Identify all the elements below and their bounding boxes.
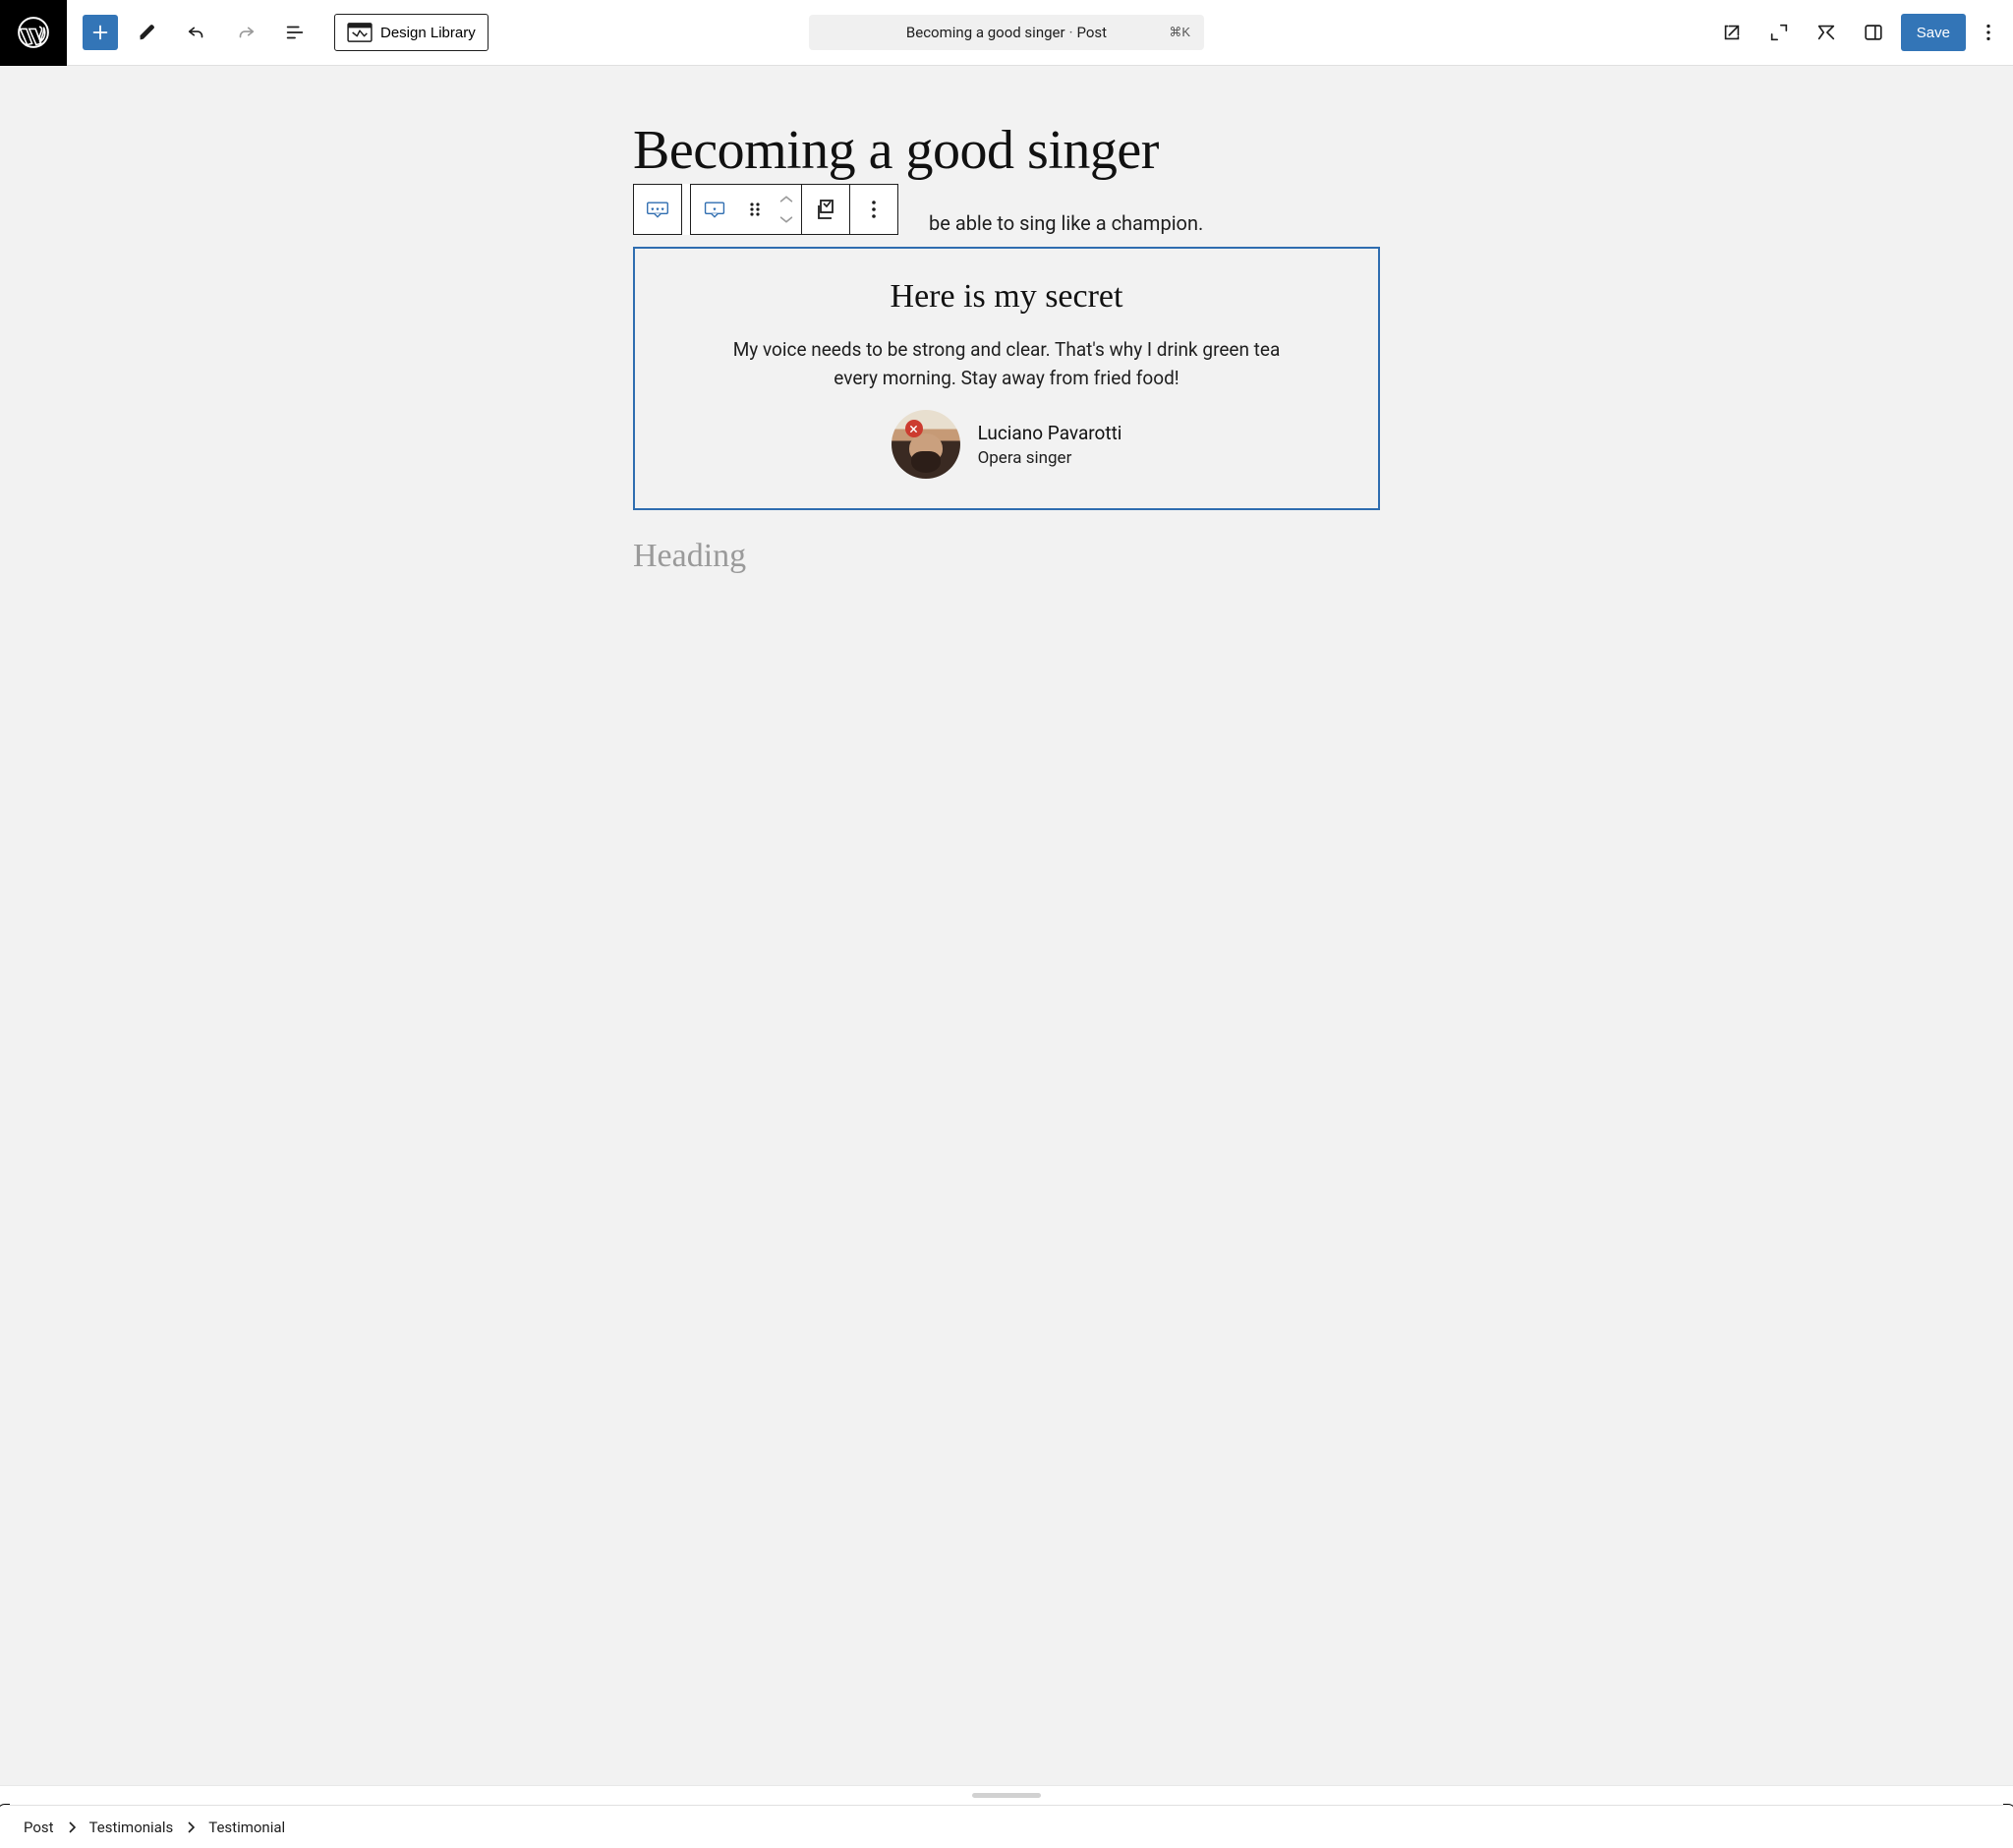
command-bar-type: Post xyxy=(1077,24,1108,41)
command-bar-shortcut: ⌘K xyxy=(1169,25,1190,40)
breadcrumb-item[interactable]: Post xyxy=(24,1819,54,1836)
design-library-button[interactable]: Design Library xyxy=(334,14,489,51)
testimonial-author: Luciano Pavarotti Opera singer xyxy=(694,410,1319,479)
topbar-right-tools: Save xyxy=(1712,13,2013,52)
block-toolbar-more-group xyxy=(849,184,898,235)
block-toolbar-copy-group xyxy=(801,184,850,235)
save-button[interactable]: Save xyxy=(1901,14,1966,51)
breadcrumb-item[interactable]: Testimonial xyxy=(208,1819,285,1836)
chevron-right-icon xyxy=(187,1821,195,1833)
copy-icon xyxy=(814,198,837,221)
undo-button[interactable] xyxy=(177,13,216,52)
more-options-button[interactable] xyxy=(1974,13,2003,52)
post-title[interactable]: Becoming a good singer xyxy=(633,121,1380,182)
editor-canvas[interactable]: Becoming a good singer xyxy=(0,66,2013,1785)
settings-sidebar-button[interactable] xyxy=(1854,13,1893,52)
design-library-label: Design Library xyxy=(380,25,476,41)
chevron-down-icon xyxy=(777,213,795,225)
tools-button[interactable] xyxy=(128,13,167,52)
heading-placeholder[interactable]: Heading xyxy=(633,538,1380,575)
kadence-icon xyxy=(1815,22,1837,43)
chevron-right-icon xyxy=(68,1821,76,1833)
command-bar-title: Becoming a good singer xyxy=(906,24,1065,41)
wordpress-icon xyxy=(17,16,50,49)
select-parent-testimonials-button[interactable] xyxy=(634,185,681,234)
block-toolbar-type-group xyxy=(690,184,802,235)
list-view-icon xyxy=(284,22,306,43)
avatar-wrap xyxy=(891,410,960,479)
redo-icon xyxy=(235,22,257,43)
author-text: Luciano Pavarotti Opera singer xyxy=(978,422,1122,468)
design-library-icon xyxy=(347,22,373,43)
drag-handle[interactable] xyxy=(738,185,772,234)
command-bar-separator: · xyxy=(1069,24,1073,41)
block-toolbar xyxy=(633,184,898,235)
close-icon xyxy=(909,425,918,433)
block-more-options-button[interactable] xyxy=(850,185,897,234)
copy-block-button[interactable] xyxy=(802,185,849,234)
wordpress-logo-button[interactable] xyxy=(0,0,67,66)
breadcrumb-item[interactable]: Testimonials xyxy=(89,1819,174,1836)
more-vertical-icon xyxy=(862,198,886,221)
drag-icon xyxy=(743,198,767,221)
command-bar[interactable]: Becoming a good singer · Post ⌘K xyxy=(809,15,1204,50)
chevron-up-icon xyxy=(777,194,795,205)
fullscreen-button[interactable] xyxy=(1759,13,1799,52)
more-vertical-icon xyxy=(1978,22,1999,43)
document: Becoming a good singer xyxy=(633,121,1380,575)
plus-icon xyxy=(89,22,111,43)
kadence-button[interactable] xyxy=(1807,13,1846,52)
remove-avatar-button[interactable] xyxy=(905,420,923,437)
move-down-button[interactable] xyxy=(772,209,801,229)
block-toolbar-parent-group xyxy=(633,184,682,235)
redo-button[interactable] xyxy=(226,13,265,52)
author-name[interactable]: Luciano Pavarotti xyxy=(978,422,1122,444)
canvas-resize-handle[interactable] xyxy=(0,1785,2013,1805)
editor-topbar: Design Library Becoming a good singer · … xyxy=(0,0,2013,66)
add-block-button[interactable] xyxy=(83,15,118,50)
expand-icon xyxy=(1768,22,1790,43)
pencil-icon xyxy=(137,22,158,43)
author-avatar[interactable] xyxy=(891,410,960,479)
view-post-button[interactable] xyxy=(1712,13,1752,52)
breadcrumb: Post Testimonials Testimonial xyxy=(24,1819,285,1836)
save-button-label: Save xyxy=(1917,25,1950,41)
move-up-button[interactable] xyxy=(772,190,801,209)
block-type-testimonial-button[interactable] xyxy=(691,185,738,234)
author-role[interactable]: Opera singer xyxy=(978,448,1122,468)
testimonial-block[interactable]: Here is my secret My voice needs to be s… xyxy=(633,247,1380,511)
sidebar-icon xyxy=(1863,22,1884,43)
editor-footer: Post Testimonials Testimonial xyxy=(0,1805,2013,1848)
testimonial-body[interactable]: My voice needs to be strong and clear. T… xyxy=(731,335,1282,393)
testimonial-heading[interactable]: Here is my secret xyxy=(694,278,1319,316)
testimonials-icon xyxy=(646,198,669,221)
external-link-icon xyxy=(1721,22,1743,43)
topbar-left-tools: Design Library xyxy=(67,13,489,52)
undo-icon xyxy=(186,22,207,43)
testimonial-icon xyxy=(703,198,726,221)
document-overview-button[interactable] xyxy=(275,13,315,52)
